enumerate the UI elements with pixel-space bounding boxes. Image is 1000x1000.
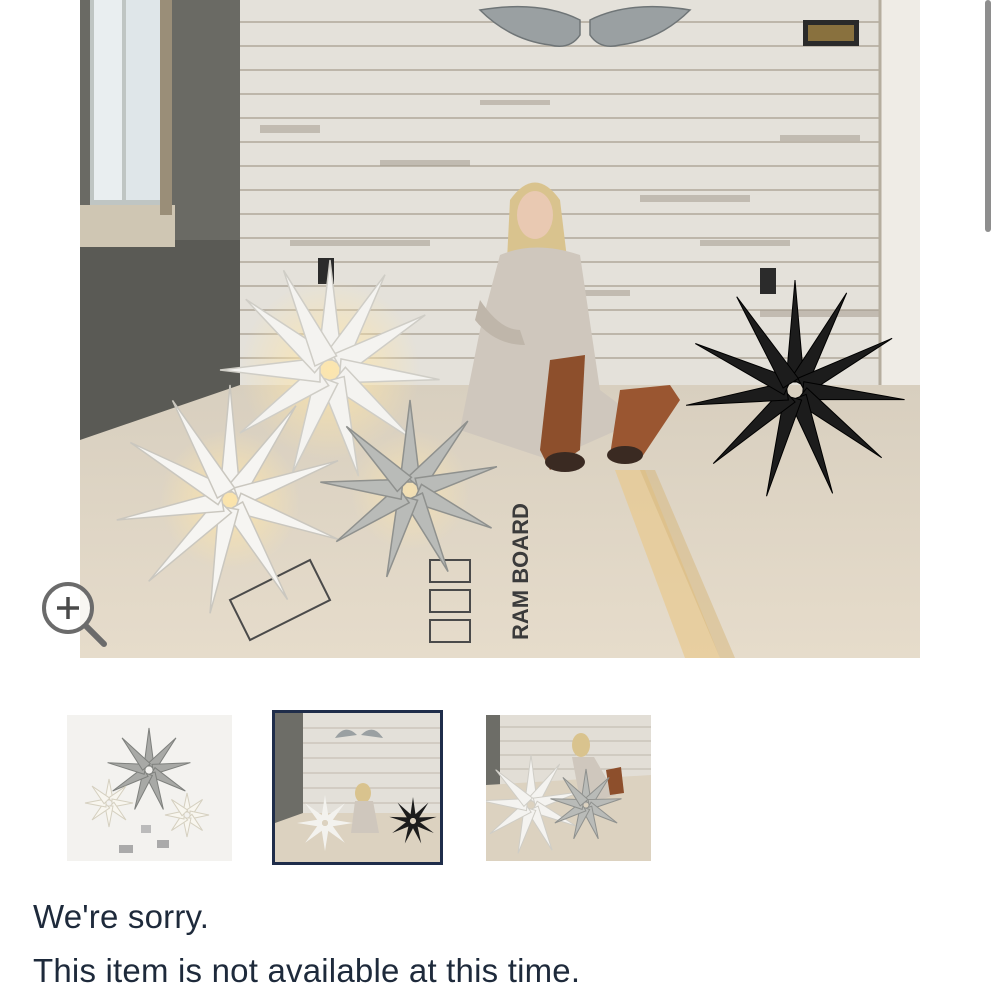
photo-scene: RAM BOARD: [80, 0, 920, 658]
thumbnail-2-selected[interactable]: [272, 710, 443, 865]
thumbnail-woman-with-stars: [275, 713, 440, 862]
zoom-in-magnifier-icon: [42, 582, 107, 647]
thumbnail-3[interactable]: [486, 715, 651, 861]
main-product-image[interactable]: RAM BOARD: [80, 0, 920, 658]
zoom-in-button[interactable]: [38, 578, 112, 652]
product-page: RAM BOARD We're sorry. This item is not …: [0, 0, 1000, 1000]
thumbnail-strip: [0, 705, 1000, 875]
thumbnail-1[interactable]: [67, 715, 232, 861]
availability-message: This item is not available at this time.: [33, 952, 581, 989]
floor-print-text: RAM BOARD: [508, 503, 533, 640]
availability-heading: We're sorry.: [33, 898, 210, 935]
scrollbar-thumb[interactable]: [985, 0, 991, 232]
thumbnail-stars-close-up: [486, 715, 651, 861]
thumbnail-stars-white-background: [67, 715, 232, 861]
